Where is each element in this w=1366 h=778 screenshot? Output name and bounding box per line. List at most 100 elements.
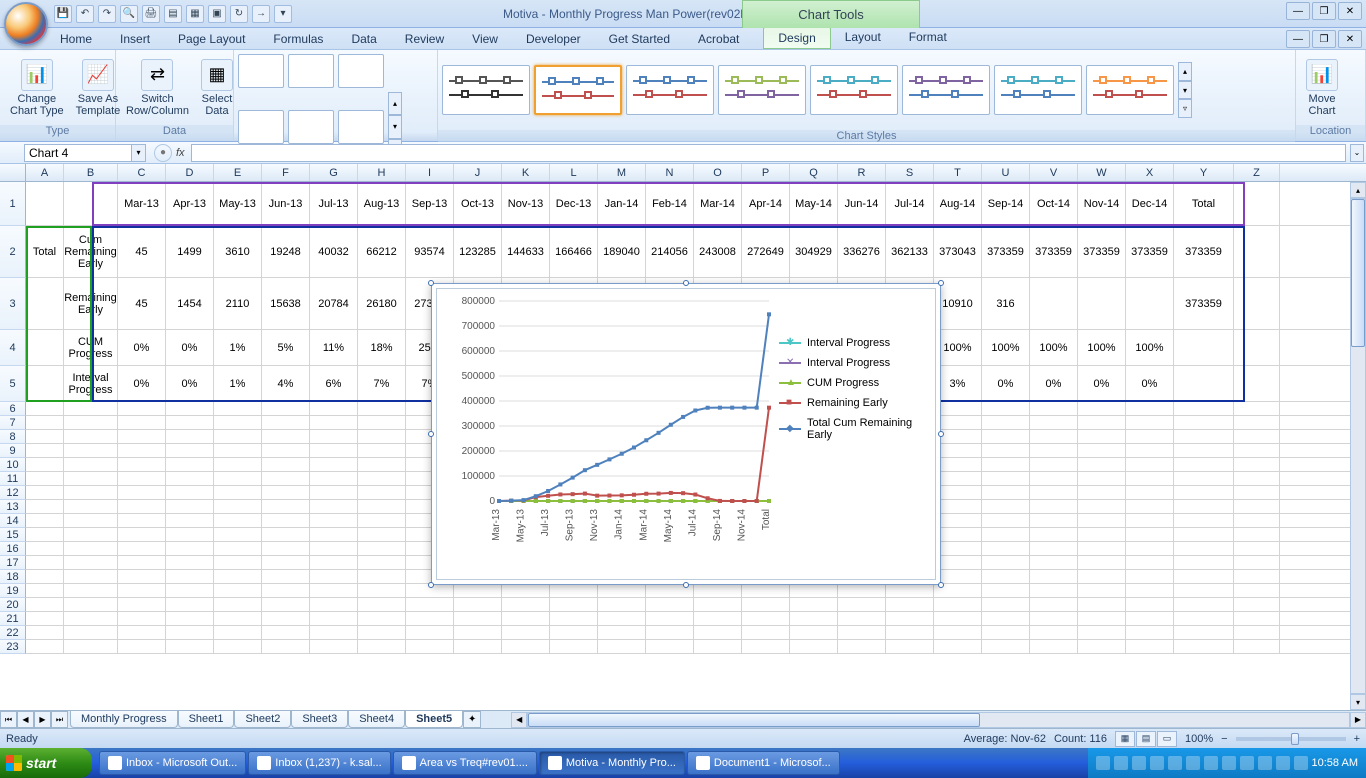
cell[interactable] [64, 182, 118, 225]
cell[interactable] [118, 640, 166, 653]
sheet-tab[interactable]: Sheet5 [405, 711, 463, 728]
cell[interactable] [406, 612, 454, 625]
cell[interactable] [166, 640, 214, 653]
cell[interactable] [982, 640, 1030, 653]
cell[interactable] [742, 626, 790, 639]
legend-item[interactable]: ✱Interval Progress [779, 337, 929, 349]
cell[interactable] [166, 402, 214, 415]
cell[interactable] [1234, 402, 1280, 415]
cell[interactable] [214, 542, 262, 555]
cell[interactable] [118, 612, 166, 625]
cell[interactable]: 5% [262, 330, 310, 365]
cell[interactable] [982, 528, 1030, 541]
cell[interactable] [550, 612, 598, 625]
cell[interactable] [1030, 612, 1078, 625]
cell[interactable] [26, 640, 64, 653]
expand-icon[interactable]: ▿ [1178, 99, 1192, 118]
cell[interactable] [166, 472, 214, 485]
cell[interactable] [838, 584, 886, 597]
cell[interactable] [262, 640, 310, 653]
zoom-in-icon[interactable]: + [1354, 733, 1360, 745]
cell[interactable] [982, 542, 1030, 555]
cell[interactable] [1030, 402, 1078, 415]
cell[interactable] [1126, 514, 1174, 527]
cell[interactable] [214, 570, 262, 583]
cell[interactable] [934, 514, 982, 527]
chart-layout-option[interactable] [338, 54, 384, 88]
cell[interactable] [1126, 542, 1174, 555]
scroll-down-icon[interactable]: ▾ [1178, 81, 1192, 100]
row-header[interactable]: 16 [0, 542, 26, 556]
cell[interactable]: May-13 [214, 182, 262, 225]
row-header[interactable]: 18 [0, 570, 26, 584]
normal-view-icon[interactable]: ▦ [1115, 731, 1135, 747]
cell[interactable] [358, 500, 406, 513]
cell[interactable]: 26180 [358, 278, 406, 329]
cell[interactable] [1234, 366, 1280, 401]
chart-style-option[interactable] [534, 65, 622, 115]
cell[interactable] [550, 640, 598, 653]
cell[interactable] [1174, 528, 1234, 541]
cell[interactable] [214, 444, 262, 457]
cell[interactable] [310, 640, 358, 653]
cell[interactable]: 20784 [310, 278, 358, 329]
cell[interactable] [310, 416, 358, 429]
cell[interactable] [502, 626, 550, 639]
chart-layout-option[interactable] [288, 110, 334, 144]
cell[interactable] [790, 584, 838, 597]
cell[interactable] [790, 640, 838, 653]
cell[interactable] [214, 458, 262, 471]
cell[interactable] [646, 640, 694, 653]
cell[interactable] [886, 584, 934, 597]
sheet-tab[interactable]: Sheet1 [178, 711, 235, 728]
cell[interactable] [166, 556, 214, 569]
cell[interactable]: 373359 [1030, 226, 1078, 277]
formula-expand-icon[interactable]: ⌄ [1350, 144, 1364, 162]
cell[interactable] [1078, 640, 1126, 653]
cell[interactable] [454, 584, 502, 597]
row-header[interactable]: 4 [0, 330, 26, 366]
cell[interactable]: 0% [1078, 366, 1126, 401]
cell[interactable]: 100% [1030, 330, 1078, 365]
cell[interactable] [166, 612, 214, 625]
cell[interactable] [1126, 402, 1174, 415]
column-header[interactable]: X [1126, 164, 1174, 181]
cell[interactable] [454, 612, 502, 625]
cell[interactable] [1126, 458, 1174, 471]
cell[interactable] [262, 458, 310, 471]
cell[interactable] [550, 584, 598, 597]
cell[interactable] [694, 626, 742, 639]
cell[interactable] [118, 584, 166, 597]
row-header[interactable]: 1 [0, 182, 26, 226]
cell[interactable] [1126, 626, 1174, 639]
cell[interactable]: Jun-13 [262, 182, 310, 225]
cell[interactable]: Mar-14 [694, 182, 742, 225]
scroll-down-icon[interactable]: ▾ [388, 115, 402, 138]
cell[interactable] [166, 542, 214, 555]
cell[interactable] [214, 486, 262, 499]
cell[interactable] [1234, 472, 1280, 485]
tab-design[interactable]: Design [763, 27, 830, 49]
cell[interactable] [166, 500, 214, 513]
sheet-nav-next-icon[interactable]: ▶ [34, 711, 51, 728]
row-header[interactable]: 3 [0, 278, 26, 330]
cell[interactable] [694, 612, 742, 625]
sheet-nav-last-icon[interactable]: ⏭ [51, 711, 68, 728]
cell[interactable] [358, 598, 406, 611]
cell[interactable] [262, 500, 310, 513]
cell[interactable] [742, 598, 790, 611]
cell[interactable] [358, 444, 406, 457]
cell[interactable] [358, 472, 406, 485]
cell[interactable] [502, 584, 550, 597]
cell[interactable] [406, 626, 454, 639]
column-header[interactable]: V [1030, 164, 1078, 181]
cell[interactable] [1174, 366, 1234, 401]
clock[interactable]: 10:58 AM [1312, 757, 1358, 769]
cell[interactable] [64, 402, 118, 415]
cell[interactable] [310, 528, 358, 541]
cell[interactable] [166, 486, 214, 499]
legend-item[interactable]: ▲CUM Progress [779, 377, 929, 389]
cell[interactable] [166, 584, 214, 597]
cell[interactable]: 100% [982, 330, 1030, 365]
cell[interactable] [982, 598, 1030, 611]
